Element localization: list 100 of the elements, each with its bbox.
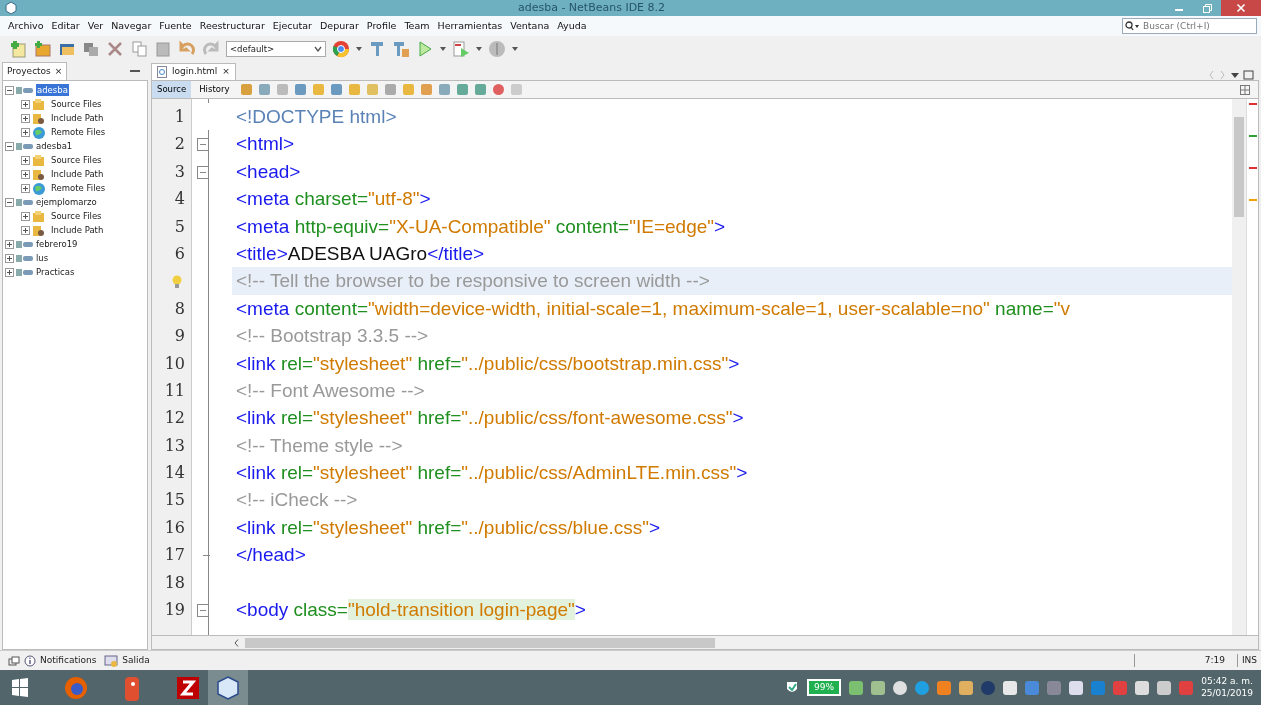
code-line: <body class="hold-transition login-page"> <box>235 598 587 623</box>
menu-item[interactable]: Team <box>400 18 434 34</box>
tree-item[interactable]: febrero19 <box>36 237 78 251</box>
menu-item[interactable]: Ventana <box>506 18 554 34</box>
search-field[interactable]: Buscar (Ctrl+I) <box>1122 18 1257 34</box>
close-button[interactable] <box>1221 0 1261 16</box>
code-line: <link rel="stylesheet" href="../public/css/font-awesome.css"> <box>235 406 745 431</box>
tree-item[interactable]: Remote Files <box>51 125 106 139</box>
menu-item[interactable]: Ayuda <box>553 18 591 34</box>
split-icon[interactable] <box>1240 84 1250 95</box>
folder-icon <box>32 97 45 111</box>
debug-icon[interactable] <box>452 40 470 58</box>
status-tab[interactable]: Notifications <box>24 653 97 668</box>
line-number: 15 <box>164 490 185 510</box>
record-icon[interactable] <box>493 84 505 95</box>
run-icon[interactable] <box>416 40 434 58</box>
scissors-icon[interactable] <box>106 40 124 58</box>
minimize-icon[interactable] <box>130 69 140 73</box>
menu-item[interactable]: Herramientas <box>433 18 507 34</box>
tree-item[interactable]: Remote Files <box>51 181 106 195</box>
menu-item[interactable]: Depurar <box>316 18 363 34</box>
line-number: 10 <box>164 353 185 373</box>
caret-icon[interactable] <box>476 47 482 51</box>
line-number: 6 <box>174 243 185 263</box>
expand-toggle[interactable] <box>21 211 30 221</box>
project-icon <box>16 197 34 207</box>
menu-item[interactable]: Profile <box>362 18 401 34</box>
tree-item[interactable]: Source Files <box>51 209 102 223</box>
tree-item[interactable]: Include Path <box>51 167 104 181</box>
file-tab[interactable]: login.html × <box>151 63 236 80</box>
folder-icon <box>32 223 45 237</box>
browser-icon[interactable] <box>63 674 89 701</box>
caret-icon[interactable] <box>440 47 446 51</box>
menu-item[interactable]: Ejecutar <box>268 18 316 34</box>
menu-item[interactable]: Fuente <box>155 18 196 34</box>
expand-toggle[interactable] <box>21 113 30 123</box>
tree-item[interactable]: Include Path <box>51 223 104 237</box>
tree-item[interactable]: ejemplomarzo <box>36 195 97 209</box>
expand-toggle[interactable] <box>21 99 30 109</box>
configuration-dropdown[interactable]: <default> <box>226 41 326 57</box>
square-icon[interactable] <box>511 84 523 95</box>
browser-icon[interactable] <box>332 40 350 58</box>
expand-toggle[interactable] <box>21 127 30 137</box>
menu-item[interactable]: Navegar <box>107 18 156 34</box>
tree-item[interactable]: Source Files <box>51 97 102 111</box>
expand-toggle[interactable] <box>21 183 30 193</box>
menu-item[interactable]: Archivo <box>4 18 48 34</box>
filezilla-icon[interactable] <box>175 674 201 701</box>
tree-item[interactable]: lus <box>36 251 49 265</box>
copy-icon[interactable] <box>130 40 148 58</box>
collapse-toggle[interactable] <box>5 85 14 95</box>
fold-toggle[interactable] <box>197 604 209 618</box>
menu-item[interactable]: Ver <box>83 18 108 34</box>
fold-toggle[interactable] <box>197 165 209 179</box>
tree-item[interactable]: Source Files <box>51 153 102 167</box>
code-line: <link rel="stylesheet" href="../public/css/AdminLTE.min.css"> <box>235 461 749 486</box>
menu-item[interactable]: Editar <box>47 18 84 34</box>
expand-toggle[interactable] <box>21 155 30 165</box>
expand-toggle[interactable] <box>21 225 30 235</box>
line-number: 8 <box>174 298 185 318</box>
vertical-scrollbar[interactable] <box>1232 99 1246 635</box>
tree-item[interactable]: adesba1 <box>36 139 73 153</box>
view-tab[interactable]: History <box>194 81 235 98</box>
new-file-icon[interactable] <box>10 40 28 58</box>
collapse-toggle[interactable] <box>5 197 14 207</box>
menu-item[interactable]: Reestructurar <box>195 18 269 34</box>
expand-toggle[interactable] <box>21 169 30 179</box>
code-comment: <!-- Font Awesome --> <box>235 378 426 403</box>
caret-icon[interactable] <box>512 47 518 51</box>
code-line: <head> <box>235 159 302 184</box>
expand-toggle[interactable] <box>5 267 14 277</box>
tree-item[interactable]: Include Path <box>51 111 104 125</box>
clipboard-icon[interactable] <box>154 40 172 58</box>
expand-toggle[interactable] <box>5 253 14 263</box>
code-line: <meta content="width=device-width, initial-scale=1, maximum-scale=1, user-scalable=no" name="v <box>235 296 1071 321</box>
caret-icon[interactable] <box>356 47 362 51</box>
view-tab[interactable]: Source <box>152 81 192 98</box>
tree-item[interactable]: Practicas <box>36 265 75 279</box>
fold-toggle[interactable] <box>197 138 209 152</box>
projects-tab[interactable]: Proyectos × <box>2 62 68 80</box>
clock-date[interactable]: 25/01/2019 <box>1201 687 1253 700</box>
windows-icon[interactable] <box>82 40 100 58</box>
clock-time[interactable]: 05:42 a. m. <box>1201 675 1253 688</box>
expand-toggle[interactable] <box>5 239 14 249</box>
window-controls-icon[interactable] <box>1209 70 1255 80</box>
code-comment: <!-- Bootstrap 3.3.5 --> <box>235 324 430 349</box>
lightbulb-icon[interactable] <box>172 274 182 289</box>
window-title: adesba - NetBeans IDE 8.2 <box>516 0 667 16</box>
status-tab[interactable]: Salida <box>104 653 150 668</box>
code-comment: <!-- Theme style --> <box>235 433 404 458</box>
project-icon <box>16 239 34 249</box>
windows-icon[interactable] <box>8 655 20 666</box>
collapse-toggle[interactable] <box>5 141 14 151</box>
horizontal-scrollbar[interactable] <box>151 635 1259 650</box>
new-project-icon[interactable] <box>34 40 52 58</box>
line-number: 13 <box>164 435 185 455</box>
tree-item[interactable]: adesba <box>36 83 69 97</box>
scroll-left-icon[interactable] <box>234 638 239 647</box>
cube-icon[interactable] <box>215 674 241 701</box>
code-line: <html> <box>235 132 296 157</box>
